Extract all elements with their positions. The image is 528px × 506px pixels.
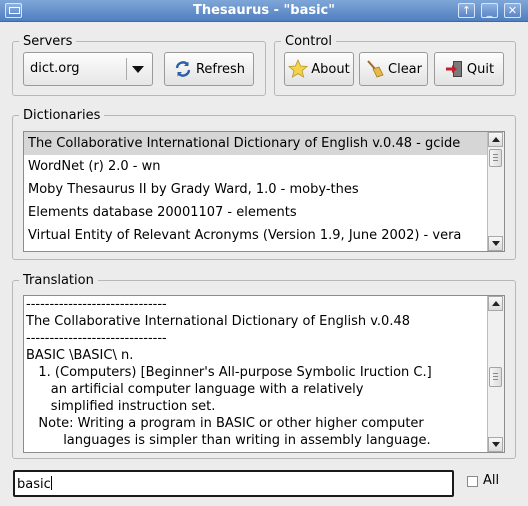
scroll-down-icon[interactable] [488, 236, 503, 251]
dictionary-list-item[interactable]: Elements database 20001107 - elements [24, 201, 487, 224]
translation-legend: Translation [23, 273, 94, 288]
translation-line: simplified instruction set. [26, 399, 216, 414]
translation-scrollbar[interactable] [487, 296, 504, 452]
translation-line: languages is simpler than writing in ass… [26, 433, 431, 448]
close-button[interactable]: ✕ [504, 3, 521, 18]
translation-text-area[interactable]: ------------------------------ The Collab… [23, 295, 505, 453]
scrollbar-thumb[interactable] [489, 367, 502, 387]
control-legend: Control [285, 34, 332, 49]
all-checkbox-label[interactable]: All [483, 473, 499, 488]
close-icon: ✕ [507, 4, 518, 17]
servers-legend: Servers [23, 34, 73, 49]
translation-line: 1. (Computers) [Beginner's All-purpose S… [26, 365, 432, 380]
clear-button[interactable]: Clear [359, 52, 428, 86]
scrollbar-thumb[interactable] [489, 149, 502, 167]
translation-line: BASIC \BASIC\ n. [26, 348, 134, 363]
translation-line: an artificial computer language with a r… [26, 382, 364, 397]
dictionary-list-item[interactable]: Virtual Entity of Relevant Acronyms (Ver… [24, 224, 487, 247]
combo-separator [126, 58, 127, 80]
scroll-down-icon[interactable] [488, 437, 503, 452]
dictionary-list-item[interactable]: WordNet (r) 2.0 - wn [24, 155, 487, 178]
dictionaries-list[interactable]: The Collaborative International Dictiona… [23, 131, 505, 252]
dictionaries-legend: Dictionaries [23, 108, 101, 123]
refresh-button[interactable]: Refresh [164, 52, 254, 86]
quit-button[interactable]: Quit [434, 52, 504, 86]
server-select[interactable]: dict.org [23, 52, 153, 86]
refresh-icon [175, 61, 191, 77]
minimize-button[interactable]: _ [481, 3, 498, 18]
maximize-button[interactable]: ↑ [458, 3, 475, 18]
translation-line: Note: Writing a program in BASIC or othe… [26, 416, 424, 431]
window-title: Thesaurus - "basic" [192, 3, 336, 18]
server-select-value: dict.org [30, 61, 80, 76]
search-input-value: basic [17, 477, 51, 492]
about-button[interactable]: About [284, 52, 354, 86]
dictionaries-scrollbar[interactable] [487, 132, 504, 251]
scroll-up-icon[interactable] [488, 132, 503, 147]
text-caret [50, 476, 52, 490]
quit-label: Quit [466, 61, 495, 77]
about-label: About [311, 61, 350, 77]
refresh-label: Refresh [195, 61, 246, 77]
minimize-icon: _ [486, 4, 493, 17]
exit-door-icon [445, 61, 462, 77]
clear-label: Clear [388, 61, 422, 77]
translation-line: ------------------------------ [26, 331, 167, 346]
translation-line: ------------------------------ [26, 297, 167, 312]
dictionary-list-item[interactable]: The Collaborative International Dictiona… [24, 132, 487, 155]
scroll-up-icon[interactable] [488, 296, 503, 311]
all-checkbox[interactable] [467, 476, 478, 487]
title-bar: Thesaurus - "basic" ↑ _ ✕ [0, 0, 528, 22]
chevron-down-icon [132, 66, 144, 73]
search-input[interactable]: basic [13, 470, 454, 497]
dictionary-list-item[interactable]: Moby Thesaurus II by Grady Ward, 1.0 - m… [24, 178, 487, 201]
broom-icon [367, 60, 384, 78]
star-icon [288, 59, 309, 78]
arrow-up-icon: ↑ [461, 4, 472, 17]
translation-line: The Collaborative International Dictiona… [26, 314, 410, 329]
